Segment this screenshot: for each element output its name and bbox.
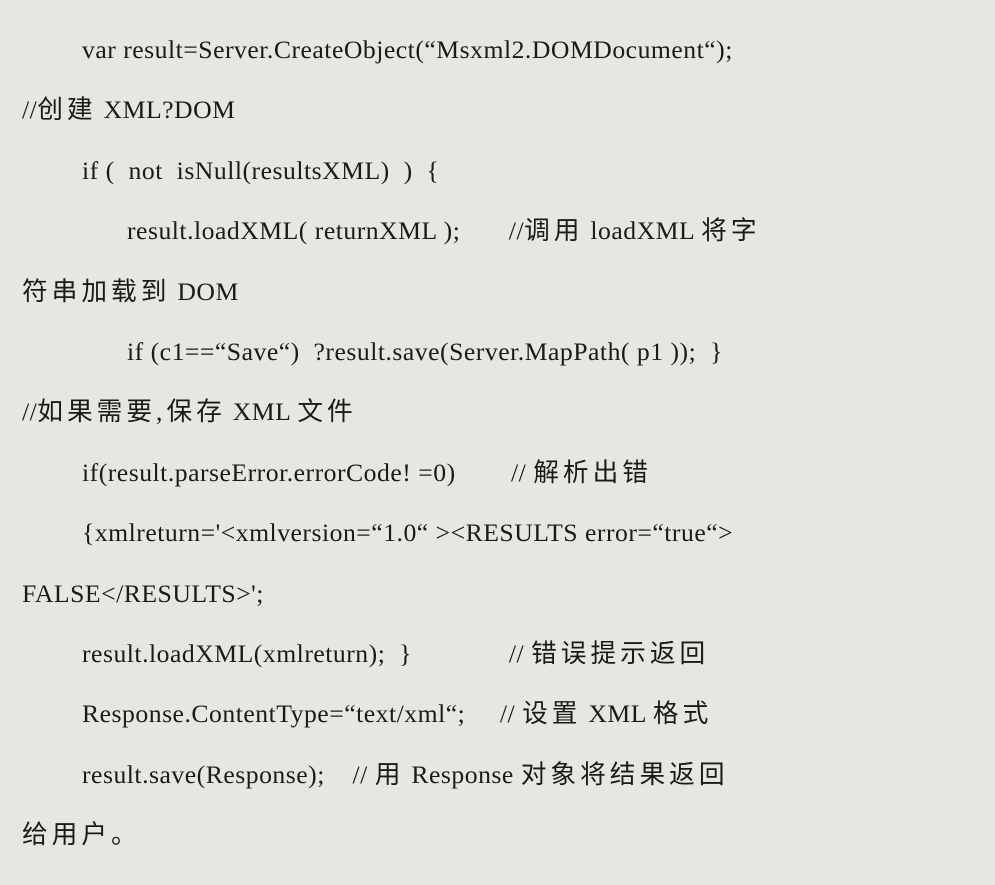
- code-text: XML: [581, 699, 652, 728]
- code-text-cjk: 符串加载到: [22, 277, 170, 306]
- code-text-cjk: 错误提示返回: [531, 639, 709, 668]
- code-text: Response: [404, 760, 520, 789]
- code-line: if (c1==“Save“) ?result.save(Server.MapP…: [22, 322, 973, 382]
- code-text: {xmlreturn='<xmlversion=“1.0“ ><RESULTS …: [82, 518, 733, 547]
- code-text: var result=Server.CreateObject(“Msxml2.D…: [82, 35, 733, 64]
- code-line: //如果需要,保存 XML 文件: [22, 382, 973, 442]
- code-text-cjk: 格式: [653, 699, 712, 728]
- code-text-cjk: 创建: [37, 95, 96, 124]
- code-line: if ( not isNull(resultsXML) ) {: [22, 141, 973, 201]
- code-text: FALSE</RESULTS>';: [22, 579, 264, 608]
- code-line: var result=Server.CreateObject(“Msxml2.D…: [22, 20, 973, 80]
- code-text-cjk: 如果需要,保存: [37, 397, 226, 426]
- code-text: result.loadXML(xmlreturn); } //: [82, 639, 531, 668]
- code-text: Response.ContentType=“text/xml“; //: [82, 699, 522, 728]
- code-text: if ( not isNull(resultsXML) ) {: [82, 156, 439, 185]
- code-line: FALSE</RESULTS>';: [22, 564, 973, 624]
- code-text: //: [22, 397, 37, 426]
- code-line: 给用户。: [22, 805, 973, 865]
- code-line: result.loadXML( returnXML ); //调用 loadXM…: [22, 201, 973, 261]
- code-text-cjk: 解析出错: [533, 458, 652, 487]
- code-line: if(result.parseError.errorCode! =0) // 解…: [22, 443, 973, 503]
- code-text-cjk: 设置: [522, 699, 581, 728]
- code-text: result.save(Response); //: [82, 760, 375, 789]
- code-text: XML?DOM: [97, 95, 236, 124]
- code-text-cjk: 用: [375, 760, 405, 789]
- code-line: result.save(Response); // 用 Response 对象将…: [22, 745, 973, 805]
- code-text: loadXML: [583, 216, 701, 245]
- code-document: var result=Server.CreateObject(“Msxml2.D…: [0, 0, 995, 885]
- code-text-cjk: 调用: [524, 216, 583, 245]
- code-text-cjk: 将字: [701, 216, 760, 245]
- code-line: result.loadXML(xmlreturn); } // 错误提示返回: [22, 624, 973, 684]
- code-text: DOM: [170, 277, 238, 306]
- code-text: XML: [226, 397, 297, 426]
- code-line: //创建 XML?DOM: [22, 80, 973, 140]
- code-line: {xmlreturn='<xmlversion=“1.0“ ><RESULTS …: [22, 503, 973, 563]
- code-text: if (c1==“Save“) ?result.save(Server.MapP…: [127, 337, 723, 366]
- code-text-cjk: 对象将结果返回: [521, 760, 729, 789]
- code-line: 符串加载到 DOM: [22, 262, 973, 322]
- code-text-cjk: 给用户。: [22, 820, 141, 849]
- code-text: //: [22, 95, 37, 124]
- code-line: Response.ContentType=“text/xml“; // 设置 X…: [22, 684, 973, 744]
- code-text: result.loadXML( returnXML ); //: [127, 216, 524, 245]
- code-text: if(result.parseError.errorCode! =0) //: [82, 458, 533, 487]
- code-text-cjk: 文件: [297, 397, 356, 426]
